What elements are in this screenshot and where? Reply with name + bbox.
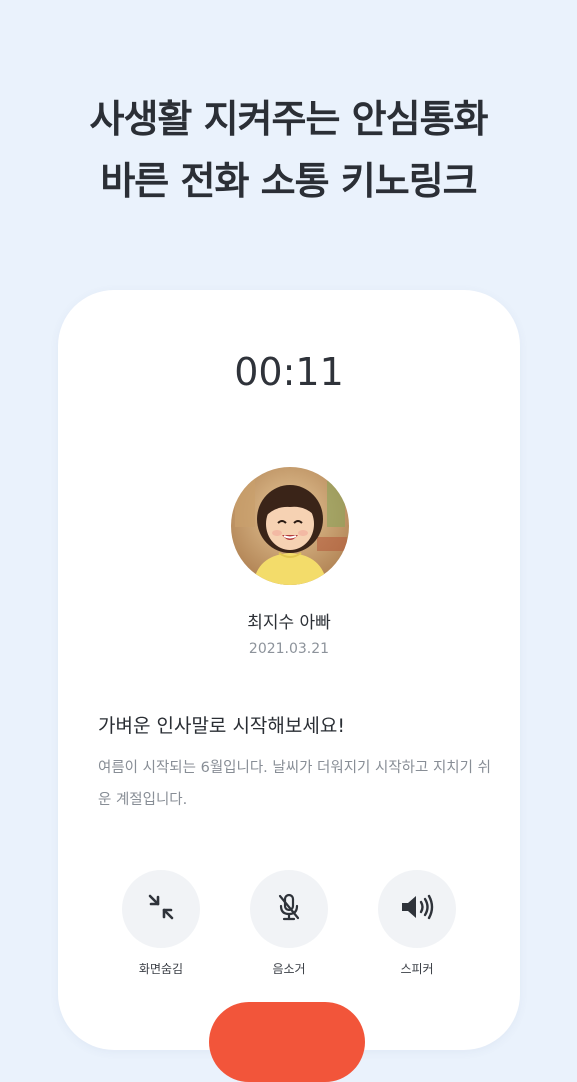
call-timer: 00:11: [234, 350, 344, 394]
hide-screen-button[interactable]: [122, 870, 200, 948]
minimize-arrows-icon: [145, 891, 177, 927]
speaker-control: 스피커: [377, 870, 457, 977]
end-call-button[interactable]: [209, 1002, 365, 1082]
speaker-volume-icon: [398, 891, 436, 927]
speaker-label: 스피커: [400, 962, 434, 976]
caller-avatar: [231, 467, 349, 585]
headline-line-1: 사생활 지켜주는 안심통화: [89, 97, 488, 141]
tip-body: 여름이 시작되는 6월입니다. 날씨가 더워지기 시작하고 지치기 쉬운 계절입…: [98, 760, 491, 808]
mute-control: 음소거: [249, 870, 329, 977]
tip-title: 가벼운 인사말로 시작해보세요!: [98, 715, 345, 737]
headline-line-2: 바른 전화 소통 키노링크: [100, 159, 477, 203]
hide-screen-label: 화면숨김: [138, 962, 184, 976]
headline: 사생활 지켜주는 안심통화 바른 전화 소통 키노링크: [0, 88, 577, 212]
mute-button[interactable]: [250, 870, 328, 948]
call-card: 00:11 최지수 아빠 2021.03.21 가벼운 인사말로 시작해보세요!…: [58, 290, 520, 1082]
caller-name: 최지수 아빠: [247, 613, 331, 633]
caller-date: 2021.03.21: [248, 641, 330, 657]
hide-screen-control: 화면숨김: [121, 870, 201, 977]
mute-label: 음소거: [272, 962, 306, 976]
speaker-button[interactable]: [378, 870, 456, 948]
microphone-off-icon: [273, 891, 305, 927]
